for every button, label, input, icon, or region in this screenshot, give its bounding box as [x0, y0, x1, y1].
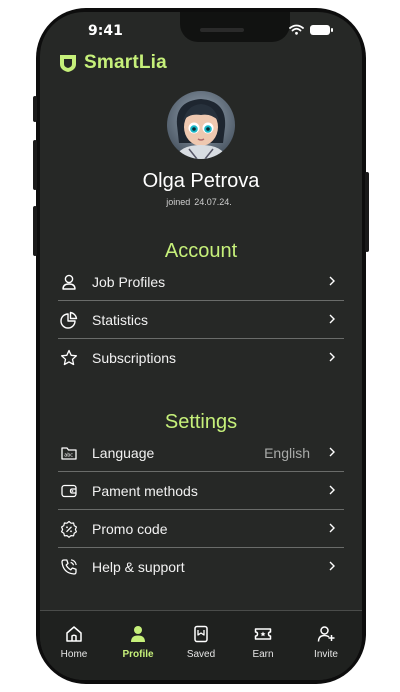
menu-item-label: Pament methods	[92, 482, 198, 499]
battery-icon	[310, 24, 333, 35]
joined-label: joined	[166, 197, 191, 207]
phone-side-button	[33, 206, 37, 256]
tab-home[interactable]: Home	[44, 623, 104, 660]
wallet-icon	[59, 481, 79, 501]
settings-section-title: Settings	[164, 411, 238, 433]
add-user-icon	[296, 623, 356, 645]
chevron-right-icon	[329, 485, 335, 495]
account-menu: Job Profiles Statistics Subscriptions	[58, 263, 344, 377]
menu-item-help-support[interactable]: Help & support	[58, 548, 344, 586]
tab-profile[interactable]: Profile	[108, 623, 168, 660]
menu-item-job-profiles[interactable]: Job Profiles	[58, 263, 344, 301]
promo-badge-icon	[59, 519, 79, 539]
language-value: English	[264, 444, 310, 461]
tab-label: Earn	[252, 649, 274, 660]
settings-menu: abc Language English Pament methods Prom…	[58, 434, 344, 586]
menu-item-label: Job Profiles	[92, 273, 166, 290]
phone-icon	[59, 557, 79, 577]
shield-logo-icon	[60, 55, 76, 72]
chevron-right-icon	[329, 561, 335, 571]
avatar[interactable]	[167, 91, 235, 159]
tab-earn[interactable]: Earn	[233, 623, 293, 660]
status-time: 9:41	[88, 23, 123, 39]
bottom-tab-bar: Home Profile Saved Earn Invite	[40, 610, 362, 680]
tab-invite[interactable]: Invite	[296, 623, 356, 660]
chevron-right-icon	[329, 276, 335, 286]
user-name: Olga Petrova	[142, 170, 260, 192]
notch-speaker	[200, 28, 244, 32]
menu-item-language[interactable]: abc Language English	[58, 434, 344, 472]
user-icon	[59, 272, 79, 292]
bookmark-icon	[171, 623, 231, 645]
tab-saved[interactable]: Saved	[171, 623, 231, 660]
language-icon: abc	[59, 443, 79, 463]
status-icons	[289, 24, 333, 35]
menu-item-label: Statistics	[92, 311, 149, 328]
profile-icon	[108, 623, 168, 645]
home-icon	[44, 623, 104, 645]
menu-item-label: Promo code	[92, 520, 168, 537]
tab-label: Saved	[186, 649, 216, 660]
menu-item-label: Subscriptions	[92, 350, 177, 366]
brand-logo: SmartLia	[58, 52, 167, 74]
chevron-right-icon	[329, 523, 335, 533]
tab-label: Profile	[122, 649, 154, 660]
chevron-right-icon	[329, 447, 335, 457]
menu-item-statistics[interactable]: Statistics	[58, 301, 344, 339]
account-section-title: Account	[164, 240, 238, 262]
star-icon	[59, 348, 79, 368]
phone-side-button	[365, 172, 369, 252]
phone-side-button	[33, 140, 37, 190]
menu-item-label: Language	[92, 444, 155, 461]
menu-item-promo-code[interactable]: Promo code	[58, 510, 344, 548]
app-screen: 9:41 SmartLia Olga Petrova joined 24.07.…	[40, 12, 362, 680]
menu-item-label: Help & support	[92, 559, 185, 575]
pie-chart-icon	[59, 310, 79, 330]
svg-text:abc: abc	[64, 452, 73, 458]
wifi-icon	[289, 24, 304, 35]
tab-label: Invite	[314, 649, 338, 660]
notch	[180, 12, 290, 42]
status-bar: 9:41	[40, 12, 362, 50]
joined-date: 24.07.24.	[194, 197, 232, 207]
chevron-right-icon	[329, 314, 335, 324]
phone-side-button	[33, 96, 37, 122]
menu-item-subscriptions[interactable]: Subscriptions	[58, 339, 344, 377]
chevron-right-icon	[329, 352, 335, 362]
tab-label: Home	[60, 649, 88, 660]
brand-name: SmartLia	[84, 52, 167, 73]
menu-item-payment-methods[interactable]: Pament methods	[58, 472, 344, 510]
ticket-icon	[233, 623, 293, 645]
joined-info: joined 24.07.24.	[40, 197, 362, 207]
